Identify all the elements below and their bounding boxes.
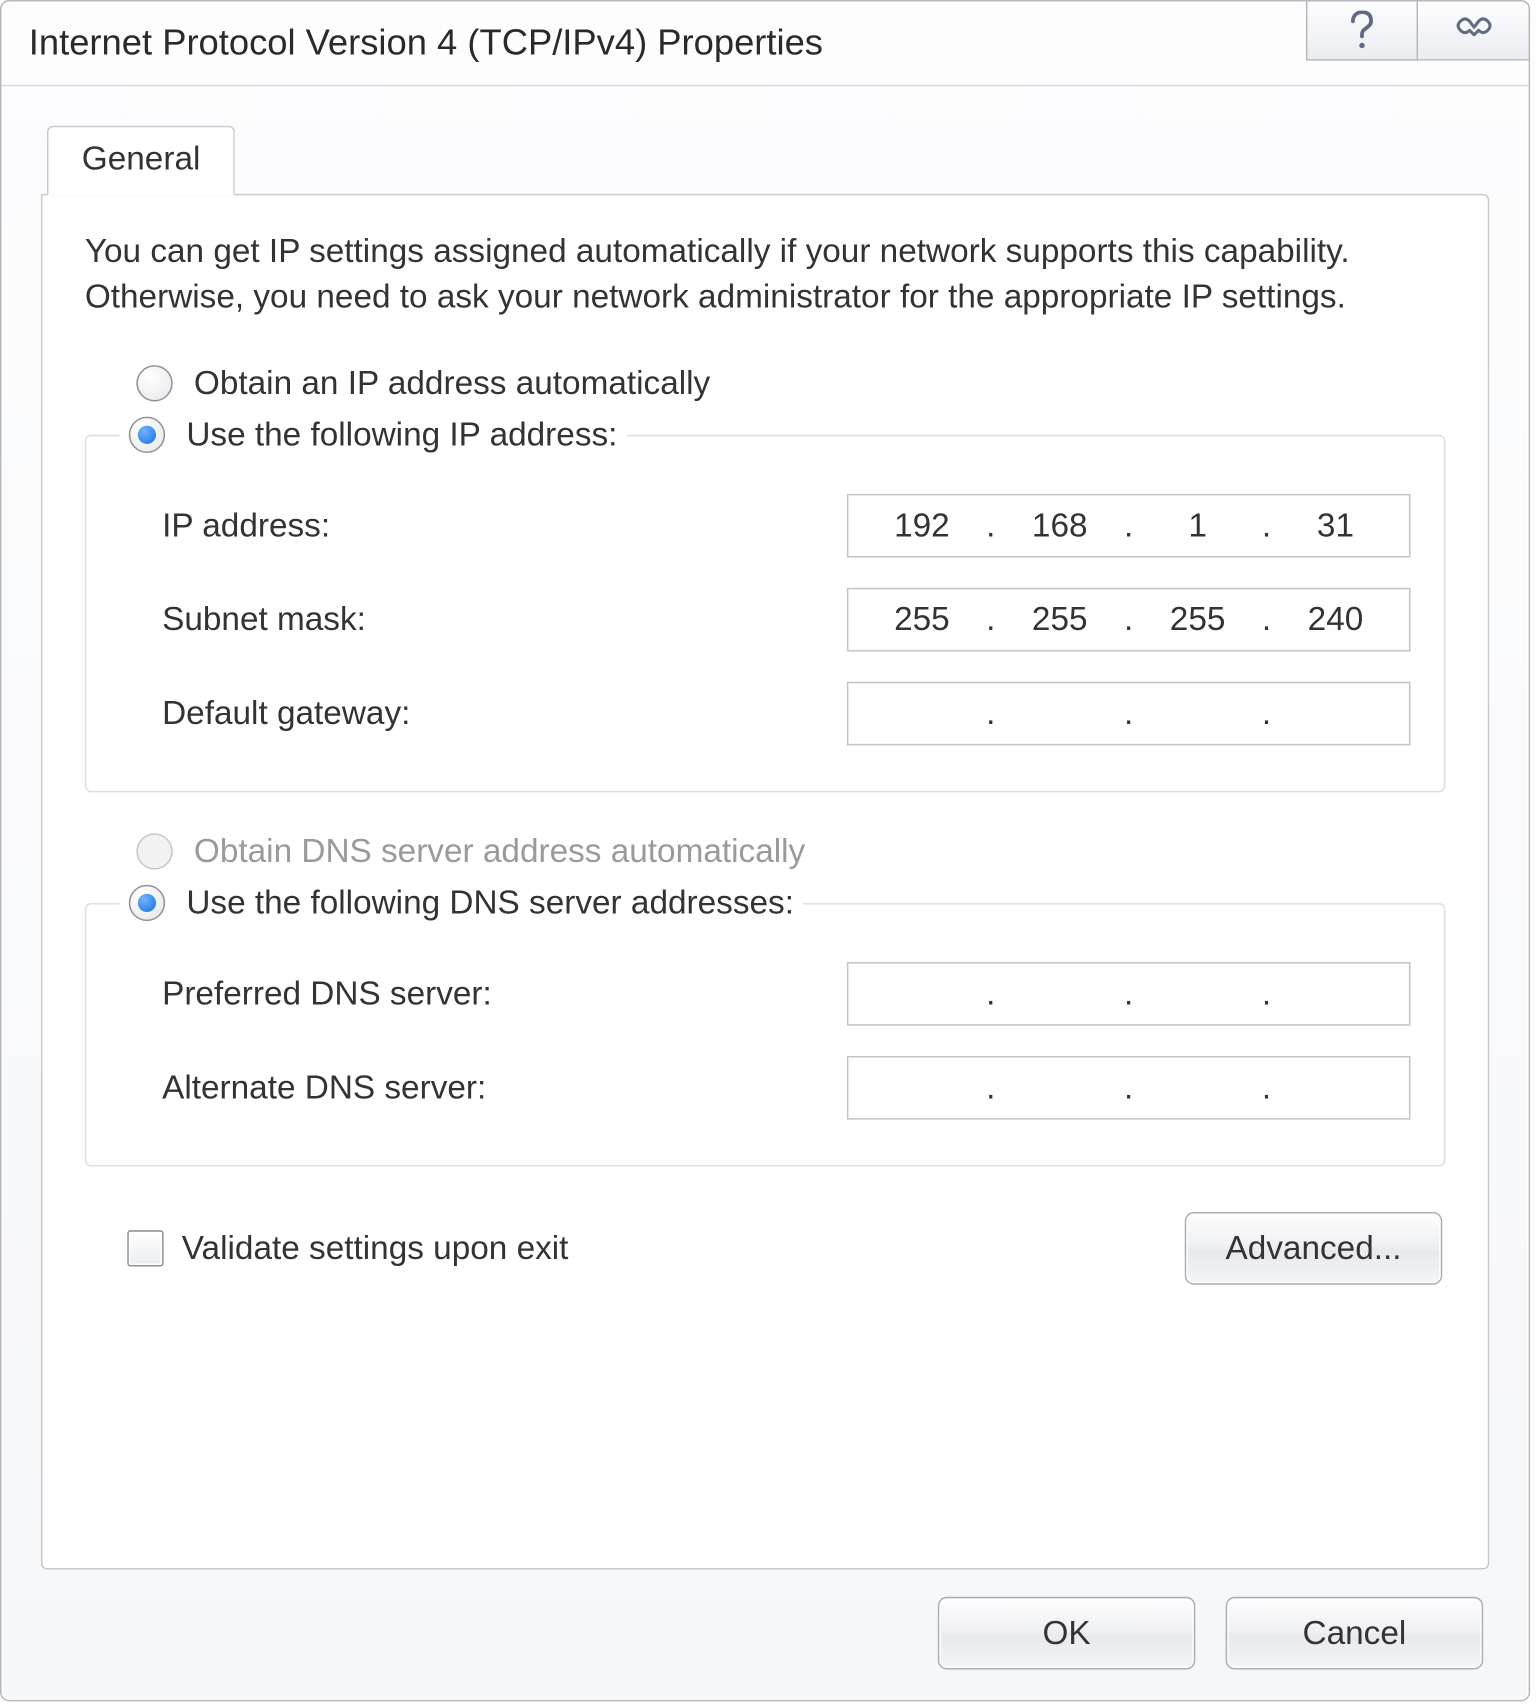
close-icon — [1455, 17, 1491, 44]
radio-dns-auto: Obtain DNS server address automatically — [85, 826, 1445, 878]
advanced-button[interactable]: Advanced... — [1185, 1213, 1443, 1286]
ok-button[interactable]: OK — [938, 1597, 1196, 1670]
radio-ip-auto[interactable]: Obtain an IP address automatically — [85, 358, 1445, 410]
radio-dns-auto-label: Obtain DNS server address automatically — [194, 832, 805, 871]
radio-ip-manual-label: Use the following IP address: — [186, 416, 617, 455]
window-title: Internet Protocol Version 4 (TCP/IPv4) P… — [29, 22, 823, 64]
radio-dns-manual[interactable]: Use the following DNS server addresses: — [129, 878, 794, 930]
subnet-mask-input[interactable]: 255. 255. 255. 240 — [847, 588, 1411, 652]
group-dns-manual: Use the following DNS server addresses: … — [85, 878, 1445, 1167]
preferred-dns-input[interactable]: . . . — [847, 963, 1411, 1027]
ip-address-input[interactable]: 192. 168. 1. 31 — [847, 494, 1411, 558]
help-button[interactable] — [1306, 0, 1418, 61]
close-button[interactable] — [1418, 0, 1530, 61]
radio-icon — [129, 417, 165, 453]
validate-label: Validate settings upon exit — [182, 1229, 569, 1268]
preferred-dns-label: Preferred DNS server: — [120, 975, 492, 1014]
description-text: You can get IP settings assigned automat… — [85, 229, 1445, 319]
radio-ip-auto-label: Obtain an IP address automatically — [194, 364, 710, 403]
help-icon — [1348, 11, 1375, 50]
alternate-dns-label: Alternate DNS server: — [120, 1069, 487, 1108]
cancel-button[interactable]: Cancel — [1226, 1597, 1484, 1670]
radio-icon — [136, 834, 172, 870]
alternate-dns-input[interactable]: . . . — [847, 1057, 1411, 1121]
radio-ip-manual[interactable]: Use the following IP address: — [129, 410, 618, 462]
radio-dns-manual-label: Use the following DNS server addresses: — [186, 884, 794, 923]
titlebar: Internet Protocol Version 4 (TCP/IPv4) P… — [2, 2, 1529, 87]
tab-panel-general: You can get IP settings assigned automat… — [41, 194, 1489, 1570]
tab-strip: General — [41, 126, 1489, 196]
ip-address-label: IP address: — [120, 507, 330, 546]
checkbox-icon — [127, 1231, 163, 1267]
default-gateway-input[interactable]: . . . — [847, 682, 1411, 746]
validate-checkbox[interactable]: Validate settings upon exit — [127, 1229, 568, 1268]
group-ip-manual: Use the following IP address: IP address… — [85, 410, 1445, 793]
subnet-mask-label: Subnet mask: — [120, 601, 366, 640]
dialog-window: Internet Protocol Version 4 (TCP/IPv4) P… — [0, 0, 1530, 1701]
radio-icon — [136, 366, 172, 402]
tab-general[interactable]: General — [47, 126, 235, 196]
default-gateway-label: Default gateway: — [120, 694, 411, 733]
radio-icon — [129, 885, 165, 921]
